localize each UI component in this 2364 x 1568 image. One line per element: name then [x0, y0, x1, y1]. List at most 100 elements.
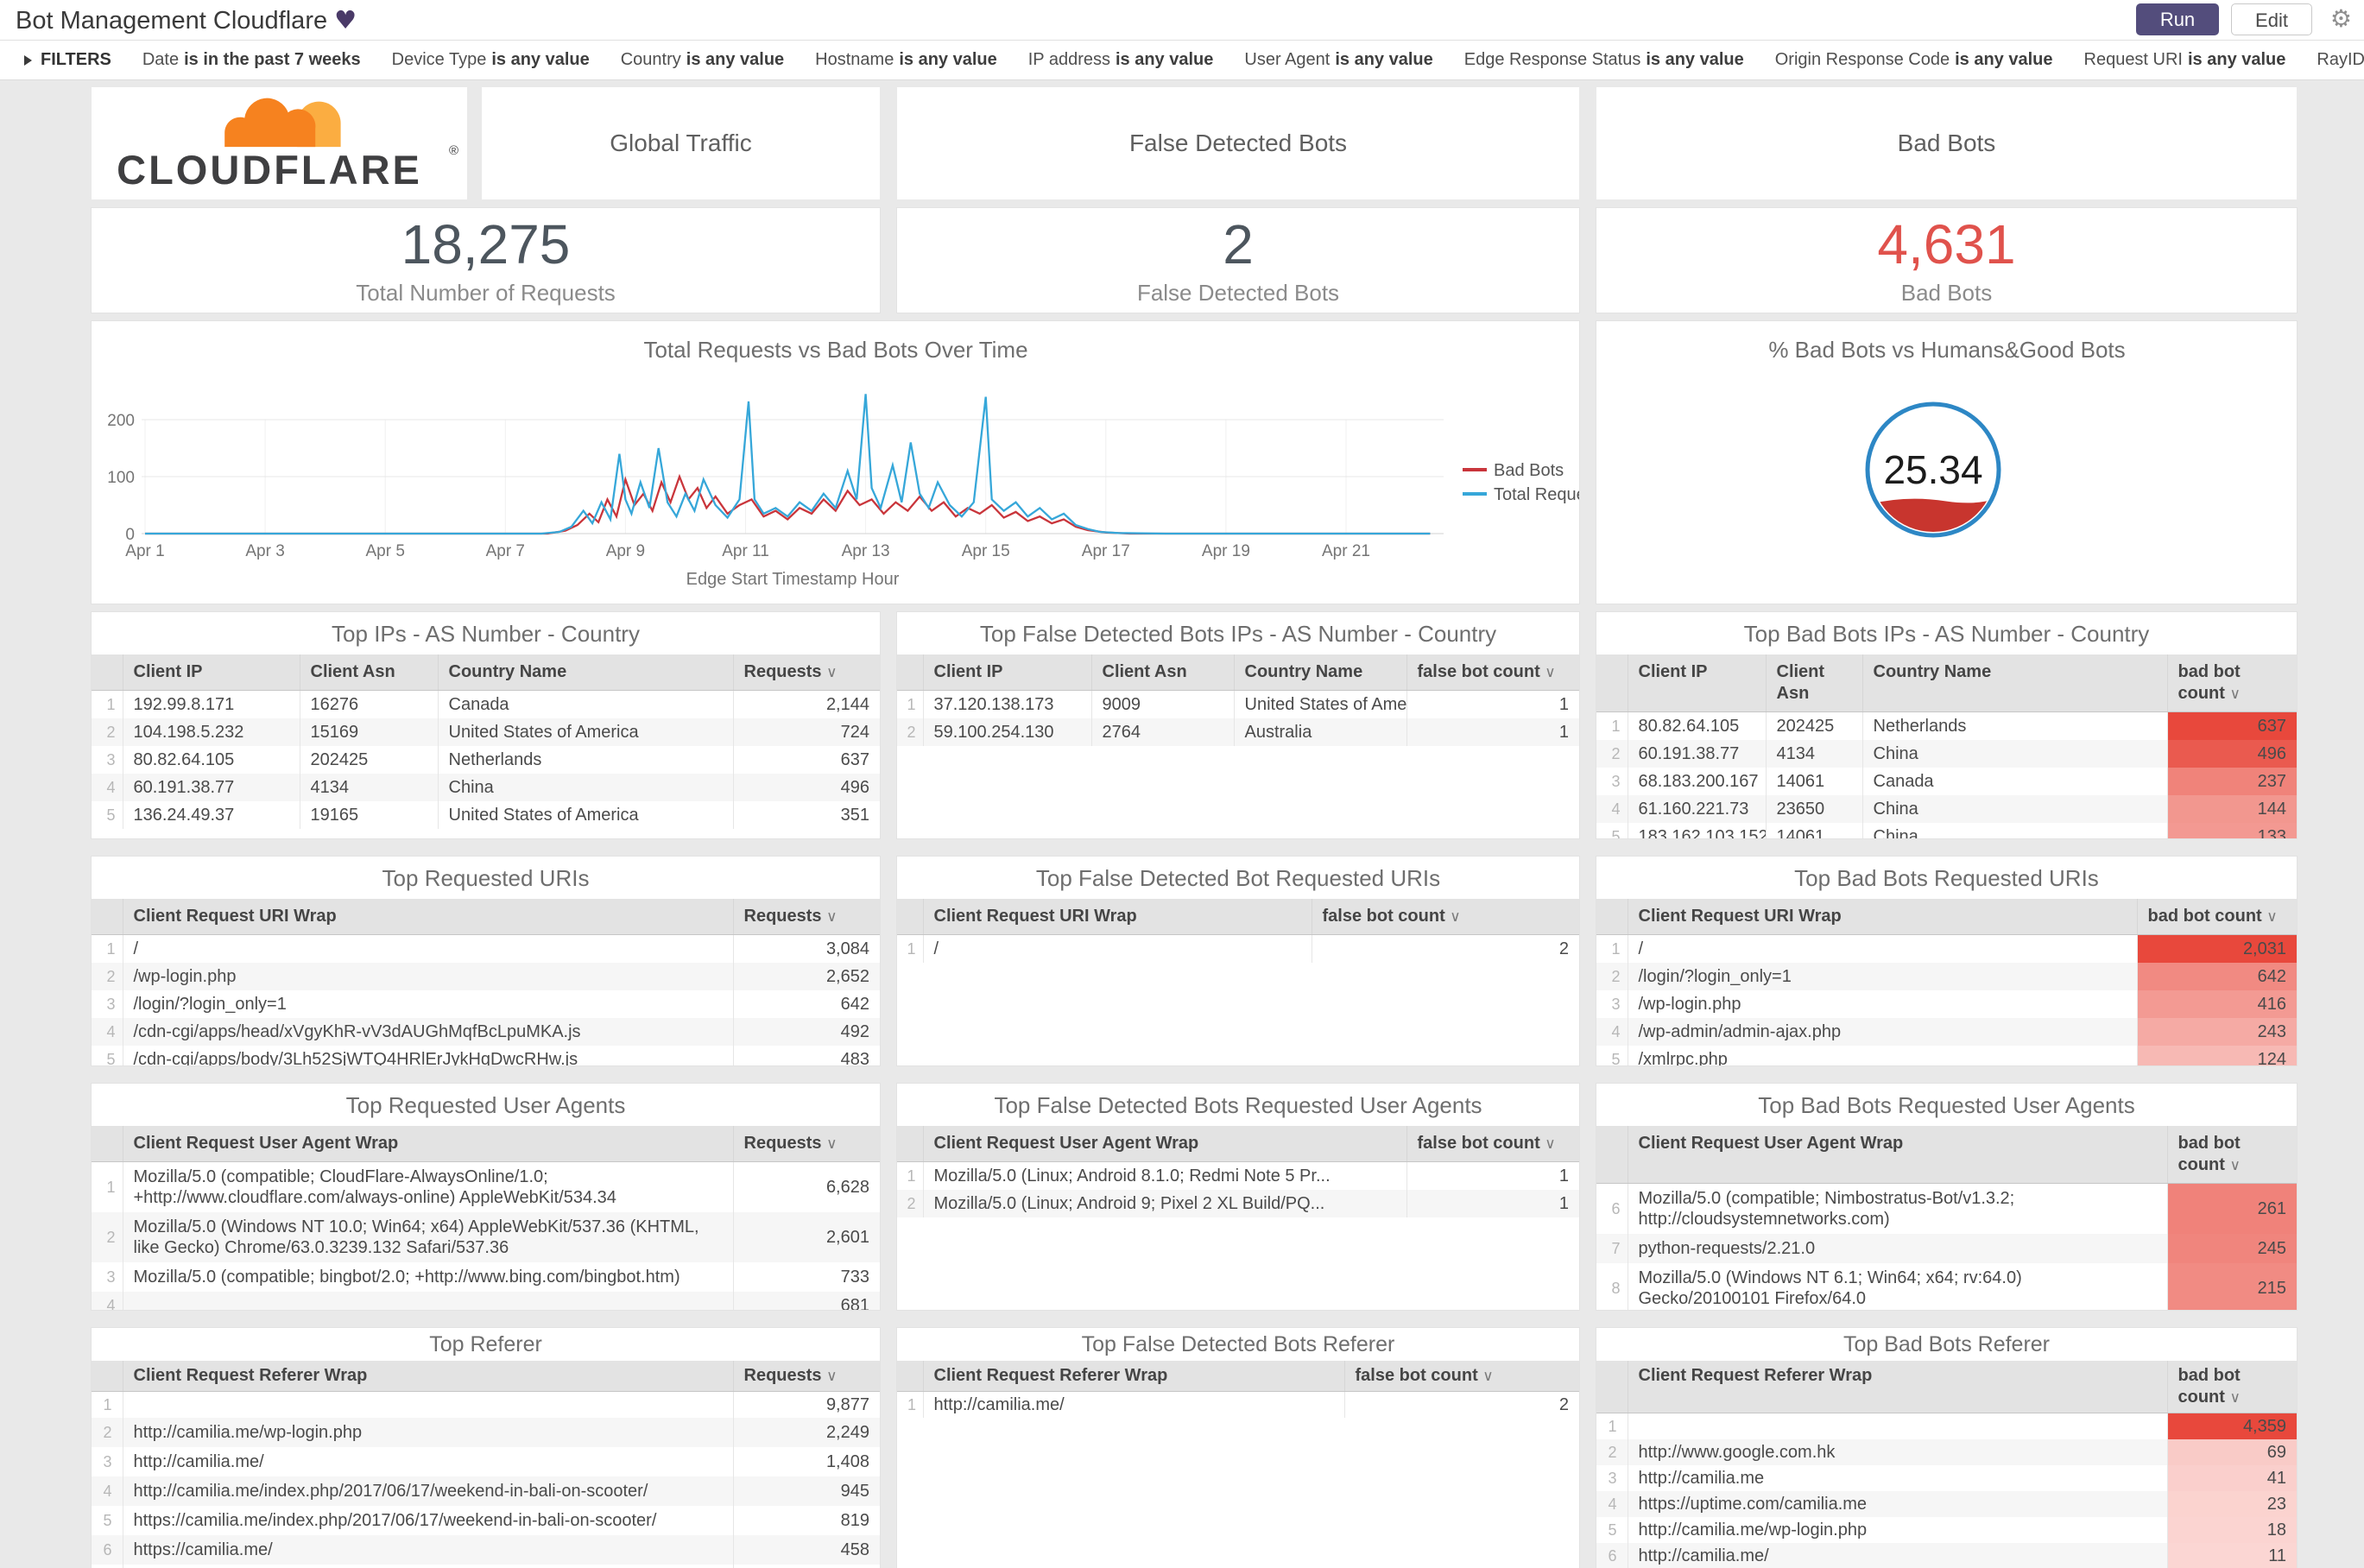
- table-row: 2 http://camilia.me/wp-login.php 2,249: [92, 1418, 880, 1447]
- table-title: Top False Detected Bots IPs - AS Number …: [979, 621, 1497, 647]
- bad-bots-title: Bad Bots: [1897, 130, 1996, 156]
- filter-item[interactable]: Edge Response Status is any value: [1464, 50, 1744, 70]
- gauge-title: % Bad Bots vs Humans&Good Bots: [1768, 337, 2125, 363]
- table-cell: 1: [1406, 1190, 1579, 1217]
- table-cell: China: [1861, 740, 2167, 768]
- table-row: 1 /3,084: [92, 934, 880, 963]
- table-cell: https://camilia.me/: [122, 1535, 733, 1565]
- filter-item[interactable]: Date is in the past 7 weeks: [142, 50, 361, 70]
- column-header[interactable]: false bot count ∨: [1406, 654, 1579, 691]
- column-header[interactable]: false bot count ∨: [1406, 1126, 1579, 1162]
- table-cell: Mozilla/5.0 (Linux; Android 9; Pixel 2 X…: [922, 1190, 1406, 1217]
- filter-item[interactable]: User Agent is any value: [1244, 50, 1432, 70]
- filter-item[interactable]: RayIDis any value: [2317, 50, 2364, 70]
- column-header[interactable]: false bot count ∨: [1311, 899, 1579, 935]
- run-button[interactable]: Run: [2136, 3, 2219, 35]
- row-number: 3: [106, 996, 116, 1013]
- column-header: [897, 1361, 923, 1392]
- table-cell: 2,652: [732, 963, 880, 990]
- column-header[interactable]: bad bot count ∨: [2166, 1361, 2297, 1413]
- filters-label: FILTERS: [41, 50, 111, 69]
- gear-icon[interactable]: ⚙: [2330, 4, 2352, 33]
- row-number: 2: [907, 724, 916, 741]
- row-number: 7: [92, 1565, 123, 1568]
- edit-button[interactable]: Edit: [2231, 3, 2312, 35]
- column-header[interactable]: Requests ∨: [732, 899, 880, 935]
- filter-item[interactable]: Device Type is any value: [392, 50, 590, 70]
- table-cell: /wp-login.php: [1627, 990, 2137, 1018]
- filter-field: RayID: [2317, 50, 2364, 69]
- row-number: 1: [106, 696, 116, 713]
- false-bots-title: False Detected Bots: [1128, 130, 1348, 156]
- header-row: Client Request User Agent Wrap Requests ∨: [92, 1126, 880, 1162]
- data-table: Client IP Client Asn Country Name false bot…: [897, 654, 1579, 746]
- data-table: Client Request User Agent Wrap bad bot co…: [1596, 1126, 2297, 1310]
- column-header[interactable]: bad bot count ∨: [2136, 899, 2297, 935]
- table-title: Top Requested URIs: [382, 865, 590, 891]
- column-header: Client Asn: [299, 654, 438, 691]
- table-title: Top IPs - AS Number - Country: [332, 621, 640, 647]
- column-header: Country Name: [1233, 654, 1406, 691]
- table-cell: 2,249: [732, 1418, 880, 1447]
- table-row: 5/xmlrpc.php 124: [1596, 1046, 2297, 1065]
- filter-item[interactable]: Country is any value: [621, 50, 784, 70]
- table-row: 2 Mozilla/5.0 (Linux; Android 9; Pixel 2 …: [897, 1190, 1579, 1217]
- table-row: 3/login/?login_only=1 642: [92, 990, 880, 1018]
- table-cell: 245: [2166, 1234, 2297, 1263]
- table-cell: 3,084: [732, 934, 880, 963]
- column-header[interactable]: bad bot count ∨: [2166, 654, 2297, 712]
- tile-top-bad-bot-ips: Top Bad Bots IPs - AS Number - Country Cl…: [1596, 611, 2298, 839]
- column-header: Client Request User Agent Wrap: [122, 1126, 733, 1162]
- table-cell: python-requests/2.21.0: [1627, 1234, 2167, 1263]
- filter-item[interactable]: Request URI is any value: [2084, 50, 2286, 70]
- table-row: 5 136.24.49.37 19165 United States of Ameri…: [92, 801, 880, 829]
- table-cell: Canada: [1861, 768, 2167, 795]
- column-header: Country Name: [1861, 654, 2167, 712]
- column-header[interactable]: Requests ∨: [732, 1126, 880, 1162]
- filter-field: Country: [620, 50, 681, 69]
- table-cell: 351: [732, 801, 880, 829]
- series-bad-bots: [145, 473, 1431, 535]
- column-header: Client Asn: [1090, 654, 1234, 691]
- table-cell: 458: [732, 1535, 880, 1565]
- filter-item[interactable]: IP address is any value: [1028, 50, 1214, 70]
- x-tick-label: Apr 5: [365, 542, 404, 560]
- bad-bots-label: Bad Bots: [1900, 280, 1993, 306]
- table-row: 7http://camilia.me/index.php/2017/05/14/…: [92, 1565, 880, 1568]
- data-table: Client Request URI Wrap Requests ∨ 1 /3,084…: [92, 899, 880, 1065]
- column-header[interactable]: false bot count ∨: [1343, 1361, 1579, 1392]
- x-tick-label: Apr 21: [1322, 542, 1370, 560]
- table-row: 1 http://camilia.me/2: [897, 1391, 1579, 1418]
- column-header[interactable]: Requests ∨: [732, 1361, 880, 1392]
- table-row: 5/cdn-cgi/apps/body/3Lh52SjWTQ4HRlErJykH…: [92, 1046, 880, 1065]
- filter-condition: is any value: [491, 50, 590, 69]
- filter-item[interactable]: Hostname is any value: [815, 50, 997, 70]
- row-number: 5: [106, 806, 116, 824]
- filter-item[interactable]: Origin Response Code is any value: [1775, 50, 2053, 70]
- table-title: Top Requested User Agents: [345, 1092, 626, 1118]
- filter-field: Origin Response Code: [1774, 50, 1950, 69]
- false-bots-header-tile: False Detected Bots: [896, 86, 1580, 200]
- x-axis-label: Edge Start Timestamp Hour: [686, 570, 900, 589]
- row-number: 2: [907, 1195, 916, 1212]
- page-title: Bot Management Cloudflare ♥: [16, 5, 357, 35]
- table-cell: 59.100.254.130: [922, 718, 1091, 746]
- column-header: [897, 899, 923, 935]
- table-cell: 60.191.38.77: [1627, 740, 1766, 768]
- table-cell: 11: [2166, 1543, 2297, 1568]
- table-cell: 637: [732, 746, 880, 774]
- sort-desc-icon: ∨: [2266, 908, 2278, 925]
- row-number: 4: [1611, 800, 1621, 818]
- filters-toggle[interactable]: FILTERS: [24, 50, 111, 70]
- column-header[interactable]: bad bot count ∨: [2166, 1126, 2297, 1184]
- column-header[interactable]: Requests ∨: [732, 654, 880, 691]
- table-row: 7 python-requests/2.21.0 245: [1596, 1234, 2297, 1263]
- table-cell: Mozilla/5.0 (Linux; Android 8.1.0; Redmi…: [922, 1161, 1406, 1190]
- table-cell: 2,144: [732, 690, 880, 718]
- table-cell: http://camilia.me/wp-login.php: [122, 1418, 733, 1447]
- table-cell: 183.162.103.152: [1627, 823, 1766, 838]
- table-cell: 80.82.64.105: [122, 746, 300, 774]
- tile-top-ips: Top IPs - AS Number - Country Client IP Cl…: [91, 611, 881, 839]
- table-row: 1 9,877: [92, 1391, 880, 1418]
- top-bar: Bot Management Cloudflare ♥ Run Edit ⚙: [0, 0, 2364, 41]
